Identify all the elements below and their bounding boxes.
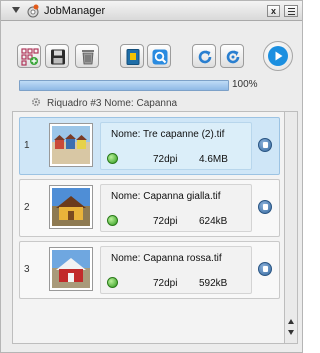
scroll-down-arrow-icon[interactable] xyxy=(288,330,294,335)
refresh-alt-icon xyxy=(226,50,240,64)
job-list: 1 Nome: Tre capanne (2).tif 72dpi 4.6MB … xyxy=(12,111,285,344)
open-file-icon[interactable] xyxy=(258,138,272,152)
book-icon xyxy=(126,49,140,65)
jobmanager-panel: JobManager x 100% Riquadro #3 Nome: Capa… xyxy=(0,0,303,353)
progress-label: 100% xyxy=(232,79,258,90)
file-name: Nome: Tre capanne (2).tif xyxy=(111,129,225,140)
job-info: Nome: Capanna gialla.tif 72dpi 624kB xyxy=(100,184,252,232)
status-ok-icon xyxy=(107,153,118,164)
row-index: 2 xyxy=(24,202,30,213)
progress-bar xyxy=(19,80,229,91)
file-size: 624kB xyxy=(199,216,228,227)
gear-icon xyxy=(31,97,41,107)
file-size: 592kB xyxy=(199,278,228,289)
trash-icon xyxy=(82,50,94,65)
file-name: Nome: Capanna rossa.tif xyxy=(111,253,222,264)
search-button[interactable] xyxy=(147,44,171,68)
start-button[interactable] xyxy=(263,41,293,71)
open-file-icon[interactable] xyxy=(258,200,272,214)
delete-button[interactable] xyxy=(75,44,99,68)
row-index: 3 xyxy=(24,264,30,275)
status-ok-icon xyxy=(107,215,118,226)
scroll-up-arrow-icon[interactable] xyxy=(288,319,294,324)
grid-add-icon xyxy=(21,48,39,66)
refresh-button[interactable] xyxy=(192,44,216,68)
search-icon xyxy=(152,49,168,65)
resolution: 72dpi xyxy=(153,216,178,227)
catalog-button[interactable] xyxy=(120,44,144,68)
save-button[interactable] xyxy=(45,44,69,68)
refresh-all-button[interactable] xyxy=(220,44,244,68)
title-bar: JobManager x xyxy=(1,1,302,21)
row-index: 1 xyxy=(24,140,30,151)
open-file-icon[interactable] xyxy=(258,262,272,276)
file-name: Nome: Capanna gialla.tif xyxy=(111,191,221,202)
resolution: 72dpi xyxy=(153,154,178,165)
add-job-button[interactable] xyxy=(17,44,41,68)
thumbnail xyxy=(49,123,93,167)
job-row[interactable]: 2 Nome: Capanna gialla.tif 72dpi 624kB xyxy=(19,179,280,237)
status-text: Riquadro #3 Nome: Capanna xyxy=(47,98,178,109)
job-info: Nome: Capanna rossa.tif 72dpi 592kB xyxy=(100,246,252,294)
vertical-scrollbar[interactable] xyxy=(285,111,298,344)
save-icon xyxy=(51,49,65,65)
job-row[interactable]: 3 Nome: Capanna rossa.tif 72dpi 592kB xyxy=(19,241,280,299)
close-button[interactable]: x xyxy=(267,5,280,17)
file-size: 4.6MB xyxy=(199,154,228,165)
resolution: 72dpi xyxy=(153,278,178,289)
collapse-arrow-icon[interactable] xyxy=(12,7,20,13)
window-title: JobManager xyxy=(44,5,106,17)
jobmanager-app-icon xyxy=(27,4,39,18)
panel-menu-button[interactable] xyxy=(284,5,298,17)
job-row[interactable]: 1 Nome: Tre capanne (2).tif 72dpi 4.6MB xyxy=(19,117,280,175)
thumbnail xyxy=(49,185,93,229)
status-ok-icon xyxy=(107,277,118,288)
play-icon xyxy=(268,46,288,66)
thumbnail xyxy=(49,247,93,291)
job-info: Nome: Tre capanne (2).tif 72dpi 4.6MB xyxy=(100,122,252,170)
refresh-icon xyxy=(198,50,212,64)
progress-fill xyxy=(20,81,228,90)
